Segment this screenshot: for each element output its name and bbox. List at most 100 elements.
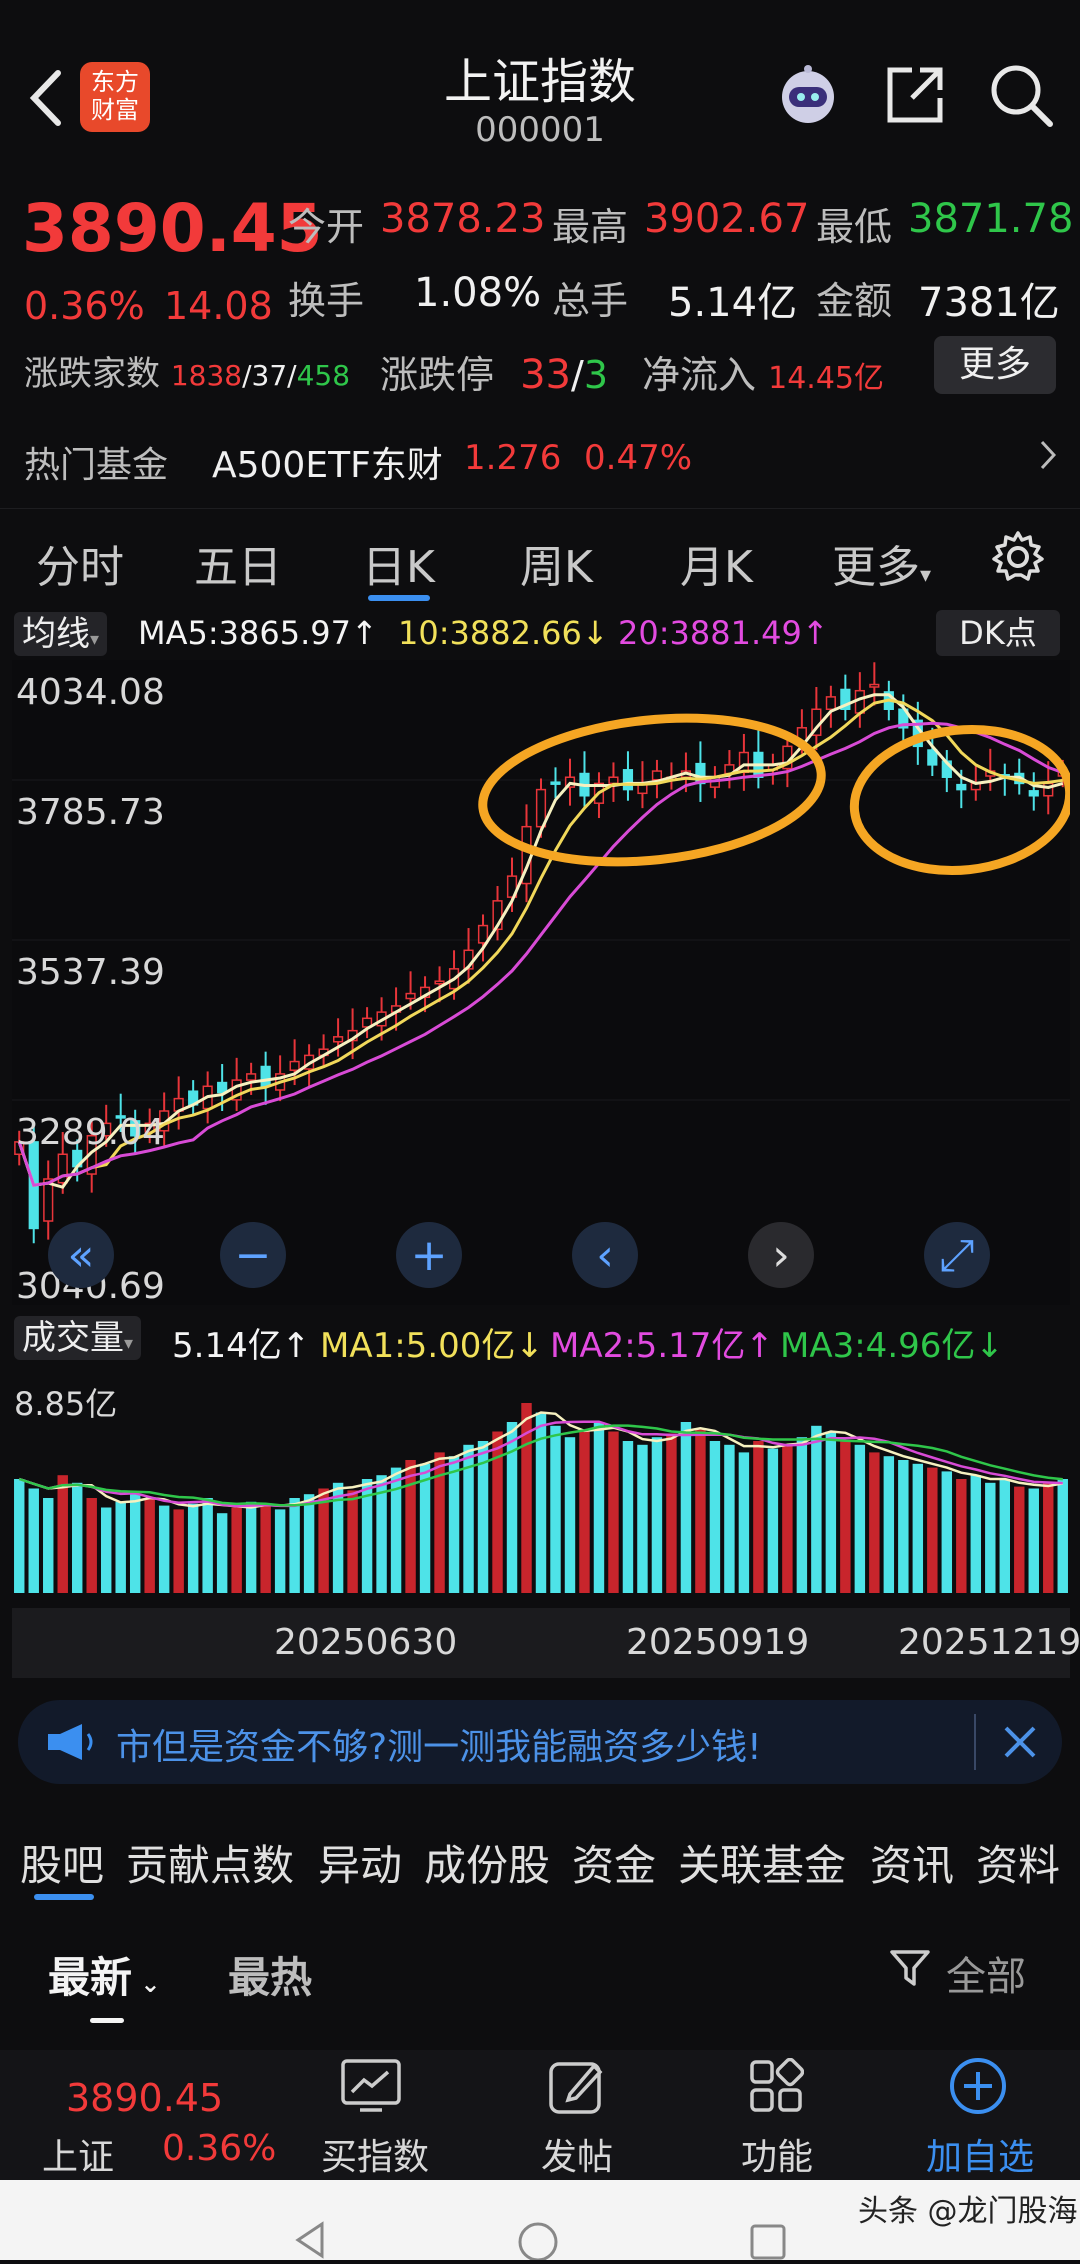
volume-value: 5.14亿 [668, 280, 798, 326]
volume-bar [782, 1444, 793, 1593]
hot-fund-label: 热门基金 [24, 445, 169, 486]
tab-more[interactable]: 更多▾ [832, 531, 931, 595]
volume-bar [144, 1498, 155, 1593]
bottom-index-name: 上证 [42, 2137, 115, 2178]
volume-bar [100, 1507, 112, 1593]
promo-banner[interactable]: 市但是资金不够?测一测我能融资多少钱! [18, 1700, 1062, 1784]
tab-five-day[interactable]: 五日 [194, 531, 282, 595]
volume-chart-canvas [14, 1403, 1068, 1593]
jump-start-button[interactable]: « [48, 1222, 114, 1288]
candle-body [289, 1060, 300, 1071]
scroll-left-button[interactable]: ‹ [572, 1222, 638, 1288]
open-value: 3878.23 [380, 196, 546, 242]
ma10-value: 10:3882.66↓ [398, 614, 609, 652]
volume-bar [753, 1441, 764, 1593]
tab-weekly-k[interactable]: 周K [520, 531, 593, 595]
close-icon[interactable] [1000, 1722, 1040, 1766]
functions-button[interactable]: 功能 [712, 2128, 842, 2180]
volume-bar [637, 1444, 648, 1593]
volume-chart[interactable]: 8.85亿 [12, 1365, 1070, 1615]
bottom-price: 3890.45 [66, 2076, 224, 2120]
megaphone-icon [44, 1722, 96, 1766]
post-button[interactable]: 发帖 [512, 2128, 642, 2180]
tab-profile[interactable]: 资料 [976, 1832, 1060, 1893]
candle-body [477, 924, 489, 944]
robot-assistant-icon[interactable] [772, 58, 844, 130]
tab-intraday[interactable]: 分时 [36, 531, 124, 595]
candle-body [217, 1081, 228, 1094]
breadth-up: 1838 [170, 359, 243, 392]
scroll-right-button[interactable]: › [748, 1222, 814, 1288]
volume-bar [854, 1444, 866, 1593]
dk-button[interactable]: DK点 [936, 610, 1060, 656]
tab-constituents[interactable]: 成份股 [424, 1832, 550, 1893]
volume-bar [260, 1505, 271, 1593]
limit-down: 3 [583, 353, 609, 397]
nav-back-icon[interactable] [290, 2220, 330, 2264]
candle-body [550, 781, 561, 785]
volume-bar [840, 1441, 851, 1593]
kline-chart[interactable]: 4034.08 3785.73 3537.39 3289.04 3040.69 … [12, 660, 1075, 1307]
filter-icon[interactable] [888, 1946, 932, 1994]
volume-bar [231, 1507, 242, 1593]
volume-bar [43, 1498, 54, 1593]
volume-selector[interactable]: 成交量▾ [14, 1316, 142, 1360]
kline-tabs: 分时 五日 日K 周K 月K 更多▾ [0, 508, 1080, 605]
tab-related-funds[interactable]: 关联基金 [678, 1832, 846, 1893]
add-watchlist-button[interactable]: 加自选 [912, 2128, 1048, 2180]
volume-ma1: MA1:5.00亿↓ [320, 1326, 544, 1366]
tab-movement[interactable]: 异动 [318, 1832, 402, 1893]
candle-body [260, 1065, 271, 1088]
zoom-in-button[interactable]: + [396, 1222, 462, 1288]
feed-hot[interactable]: 最热 [228, 1944, 312, 2005]
ma-selector[interactable]: 均线▾ [14, 612, 108, 656]
chevron-right-icon [1040, 440, 1057, 474]
tab-capital[interactable]: 资金 [572, 1832, 656, 1893]
tab-guba[interactable]: 股吧 [20, 1832, 104, 1893]
buy-index-button[interactable]: 买指数 [310, 2128, 440, 2180]
fullscreen-button[interactable]: ⤢ [924, 1222, 990, 1288]
zoom-out-button[interactable]: − [220, 1222, 286, 1288]
tab-news[interactable]: 资讯 [870, 1832, 954, 1893]
volume-bar [1014, 1486, 1025, 1593]
volume-bar [825, 1431, 837, 1593]
limit-label: 涨跌停 [380, 353, 495, 397]
annotation-circle [849, 724, 1075, 876]
volume-ma2: MA2:5.17亿↑ [550, 1326, 774, 1366]
bottom-bar: 3890.45 上证 0.36% 买指数 发帖 功能 加自选 [0, 2050, 1080, 2180]
date-label-3: 20251219 [898, 1622, 1080, 1663]
candle-body [1028, 790, 1039, 797]
feed-latest[interactable]: 最新 ⌄ [48, 1944, 160, 2005]
high-label: 最高 [552, 205, 629, 249]
breadth-flat: 37 [251, 359, 288, 392]
candle-body [434, 980, 445, 985]
caret-down-icon: ▾ [90, 629, 100, 650]
volume-bar [173, 1509, 184, 1593]
settings-gear-icon[interactable] [990, 529, 1046, 589]
volume-bar [796, 1437, 808, 1593]
date-label-1: 20250630 [274, 1622, 458, 1663]
netflow-value: 14.45亿 [768, 361, 884, 396]
volume-bar [1043, 1482, 1054, 1593]
turnover-label: 换手 [288, 279, 365, 323]
volume-bar [318, 1488, 329, 1593]
bottom-pct: 0.36% [162, 2128, 277, 2169]
nav-home-icon[interactable] [516, 2220, 560, 2264]
y-tick-3: 3537.39 [16, 952, 165, 993]
nav-recents-icon[interactable] [748, 2222, 788, 2264]
volume-bar [970, 1475, 982, 1593]
tab-daily-k[interactable]: 日K [362, 531, 435, 595]
hot-fund-row[interactable]: 热门基金 A500ETF东财 1.276 0.47% [0, 420, 1080, 500]
volume-bar [14, 1479, 25, 1593]
more-button[interactable]: 更多 [934, 336, 1056, 394]
volume-bar [651, 1437, 663, 1593]
feed-filter-label[interactable]: 全部 [946, 1944, 1026, 2002]
tab-monthly-k[interactable]: 月K [680, 531, 753, 595]
candle-body [608, 776, 619, 785]
search-icon[interactable] [986, 60, 1056, 130]
tab-contribution[interactable]: 贡献点数 [126, 1832, 294, 1893]
volume-bar [999, 1479, 1010, 1593]
low-label: 最低 [816, 205, 893, 249]
share-icon[interactable] [882, 62, 948, 128]
volume-bar [1057, 1479, 1068, 1593]
